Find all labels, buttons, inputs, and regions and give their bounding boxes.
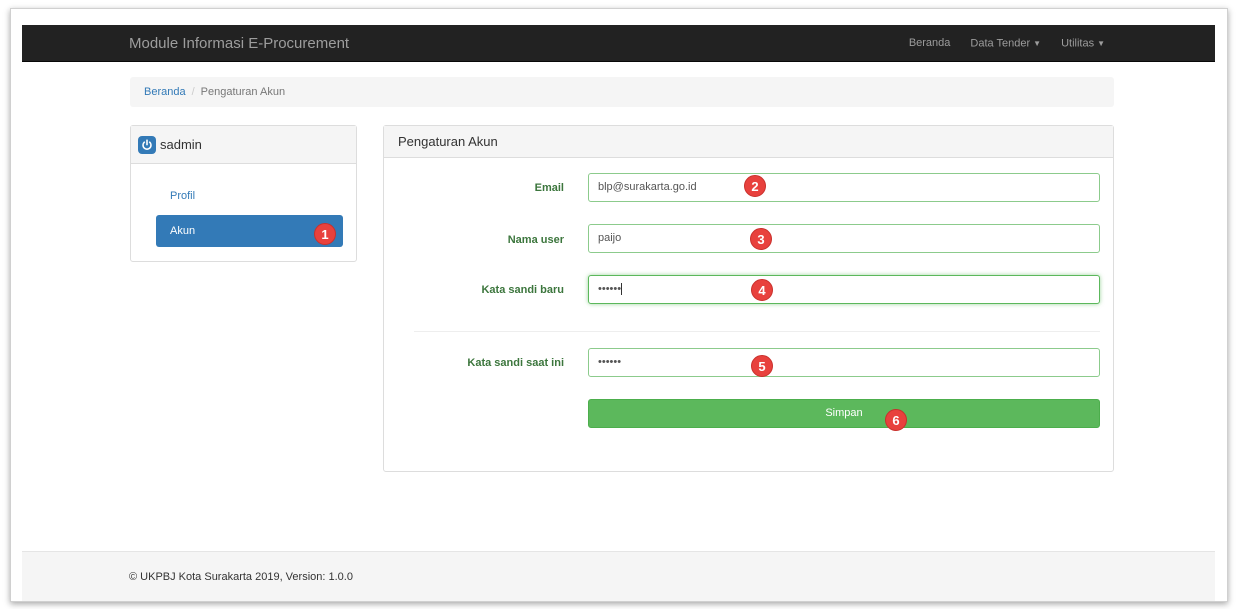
- footer-copyright: © UKPBJ Kota Surakarta 2019, Version: 1.…: [129, 571, 353, 583]
- step-marker-1: 1: [314, 223, 336, 245]
- current-password-field[interactable]: ••••••: [588, 348, 1100, 377]
- nav-data-tender[interactable]: Data Tender ▼: [960, 25, 1051, 62]
- nav-utilitas-label: Utilitas: [1061, 37, 1095, 50]
- nav-links: Beranda Data Tender ▼ Utilitas ▼: [899, 25, 1115, 62]
- step-marker-3: 3: [750, 228, 772, 250]
- breadcrumb-home[interactable]: Beranda: [144, 86, 186, 98]
- sidebar-username: sadmin: [160, 137, 202, 152]
- new-password-value: ••••••: [598, 283, 622, 295]
- new-password-label: Kata sandi baru: [481, 284, 564, 296]
- caret-down-icon: ▼: [1097, 39, 1105, 48]
- text-cursor: [621, 283, 623, 296]
- username-field[interactable]: paijo: [588, 224, 1100, 253]
- username-label: Nama user: [507, 234, 564, 246]
- sidebar-item-profil[interactable]: Profil: [156, 180, 343, 212]
- breadcrumb-current: Pengaturan Akun: [200, 86, 286, 98]
- nav-beranda[interactable]: Beranda: [899, 25, 961, 62]
- caret-down-icon: ▼: [1033, 39, 1042, 48]
- nav-beranda-label: Beranda: [908, 37, 951, 49]
- top-navbar: Module Informasi E-Procurement Beranda D…: [22, 25, 1215, 62]
- step-marker-2: 2: [744, 175, 766, 197]
- step-marker-6: 6: [885, 409, 907, 431]
- panel-title: Pengaturan Akun: [384, 126, 1113, 158]
- brand-title[interactable]: Module Informasi E-Procurement: [129, 25, 349, 62]
- step-marker-4: 4: [751, 279, 773, 301]
- nav-utilitas[interactable]: Utilitas ▼: [1051, 25, 1115, 62]
- form-divider: [414, 331, 1100, 332]
- current-password-label: Kata sandi saat ini: [467, 357, 564, 369]
- footer: © UKPBJ Kota Surakarta 2019, Version: 1.…: [22, 551, 1215, 601]
- email-label: Email: [534, 182, 564, 194]
- sidebar-heading: sadmin: [131, 126, 356, 164]
- step-marker-5: 5: [751, 355, 773, 377]
- breadcrumb-separator: /: [191, 86, 195, 98]
- breadcrumb: Beranda / Pengaturan Akun: [130, 77, 1114, 107]
- nav-data-tender-label: Data Tender: [970, 37, 1031, 50]
- new-password-field[interactable]: ••••••: [588, 275, 1100, 304]
- save-button[interactable]: Simpan: [588, 399, 1100, 428]
- email-field[interactable]: blp@surakarta.go.id: [588, 173, 1100, 202]
- power-icon: [138, 135, 156, 154]
